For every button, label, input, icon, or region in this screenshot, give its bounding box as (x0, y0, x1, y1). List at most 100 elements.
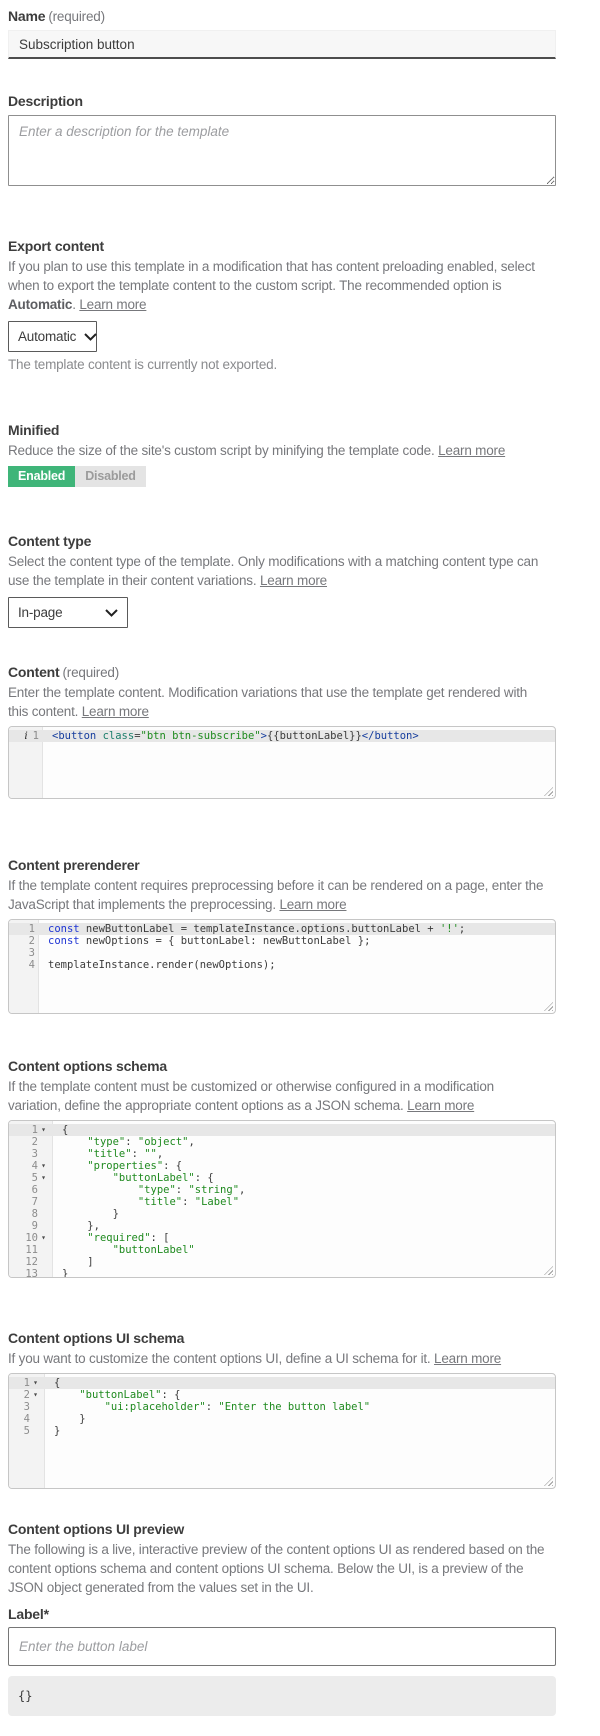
code-line: 2 const newOptions = { buttonLabel: newBu… (9, 935, 555, 947)
template-settings-form: Name(required) Description Export conten… (0, 0, 600, 1736)
code-text: <button class="btn btn-subscribe">{{butt… (43, 730, 419, 742)
button-label-input[interactable] (8, 1627, 556, 1666)
export-help-bold: Automatic (8, 297, 72, 312)
section-name: Name(required) (8, 8, 592, 59)
code-line: 3 (9, 947, 555, 959)
resize-handle[interactable] (544, 787, 553, 796)
line-number: 4▾ (9, 1160, 53, 1172)
line-number-text: 3 (29, 947, 35, 959)
name-label-text: Name (8, 8, 45, 24)
line-number-text: 11 (25, 1244, 38, 1256)
line-number: 11 (9, 1244, 53, 1256)
line-number-text: 9 (32, 1220, 38, 1232)
code-line: 12 ] (9, 1256, 555, 1268)
minified-disabled-button[interactable]: Disabled (75, 466, 146, 487)
section-export-content: Export content If you plan to use this t… (8, 238, 592, 372)
line-number: 4 (9, 959, 39, 971)
code-line: 4 } (9, 1413, 555, 1425)
section-minified: Minified Reduce the size of the site's c… (8, 422, 592, 487)
line-number: 12 (9, 1256, 53, 1268)
code-text: "title": "", (53, 1148, 163, 1160)
section-content-prerenderer: Content prerenderer If the template cont… (8, 857, 592, 1014)
content-options-schema-label: Content options schema (8, 1058, 592, 1074)
content-options-ui-schema-label: Content options UI schema (8, 1330, 592, 1346)
code-text: } (45, 1413, 86, 1425)
content-learn-more-link[interactable]: Learn more (82, 704, 149, 719)
preview-field-label: Label* (8, 1606, 592, 1622)
name-label: Name(required) (8, 8, 592, 24)
line-number: 5 (9, 1425, 45, 1437)
content-options-schema-learn-more-link[interactable]: Learn more (407, 1098, 474, 1113)
code-line: 2 "type": "object", (9, 1136, 555, 1148)
line-number-text: 4 (29, 959, 35, 971)
line-number-text: 7 (32, 1196, 38, 1208)
minified-toggle: Enabled Disabled (8, 466, 592, 487)
line-number-text: 2 (29, 935, 35, 947)
line-number: 10▾ (9, 1232, 53, 1244)
code-text: const newOptions = { buttonLabel: newBut… (39, 935, 370, 947)
code-text: "buttonLabel": { (45, 1389, 180, 1401)
code-text: } (53, 1208, 119, 1220)
line-number-text: 6 (32, 1184, 38, 1196)
line-number-text: 4 (24, 1413, 30, 1425)
fold-arrow-icon[interactable]: ▾ (30, 1377, 41, 1389)
code-text: "required": [ (53, 1232, 169, 1244)
fold-arrow-icon[interactable]: ▾ (30, 1389, 41, 1401)
fold-arrow-icon[interactable]: ▾ (38, 1172, 49, 1184)
line-number: 4 (9, 1413, 45, 1425)
code-text: templateInstance.render(newOptions); (39, 959, 276, 971)
description-textarea[interactable] (8, 115, 556, 186)
content-prerenderer-code-editor[interactable]: 1const newButtonLabel = templateInstance… (8, 919, 556, 1014)
code-line: 13} (9, 1268, 555, 1278)
line-number: 1▾ (9, 1124, 53, 1136)
line-number-text: 8 (32, 1208, 38, 1220)
content-options-ui-schema-code-editor[interactable]: 1▾{2▾ "buttonLabel": {3 "ui:placeholder"… (8, 1373, 556, 1489)
content-options-schema-code-editor[interactable]: 1▾{2 "type": "object",3 "title": "",4▾ "… (8, 1120, 556, 1278)
code-line: 5} (9, 1425, 555, 1437)
fold-arrow-icon[interactable]: ▾ (38, 1160, 49, 1172)
content-options-ui-schema-learn-more-link[interactable]: Learn more (434, 1351, 501, 1366)
content-code-editor[interactable]: i1<button class="btn btn-subscribe">{{bu… (8, 726, 556, 799)
line-number: 6 (9, 1184, 53, 1196)
code-text (39, 947, 48, 959)
code-line: 4 templateInstance.render(newOptions); (9, 959, 555, 971)
minified-enabled-button[interactable]: Enabled (8, 466, 75, 487)
content-type-label: Content type (8, 533, 592, 549)
code-line: 1▾{ (9, 1124, 555, 1136)
export-content-select[interactable]: Automatic (8, 321, 97, 352)
minified-learn-more-link[interactable]: Learn more (438, 443, 505, 458)
code-line: 3 "title": "", (9, 1148, 555, 1160)
section-content: Content(required) Enter the template con… (8, 664, 592, 799)
content-options-ui-preview-help: The following is a live, interactive pre… (8, 1540, 549, 1597)
content-type-learn-more-link[interactable]: Learn more (260, 573, 327, 588)
resize-handle[interactable] (544, 1002, 553, 1011)
code-line: 5▾ "buttonLabel": { (9, 1172, 555, 1184)
content-prerenderer-help-text: If the template content requires preproc… (8, 878, 543, 912)
code-line: 1▾{ (9, 1377, 555, 1389)
export-content-select-value: Automatic (18, 329, 76, 344)
content-type-select[interactable]: In-page (8, 597, 128, 628)
export-learn-more-link[interactable]: Learn more (79, 297, 146, 312)
line-number: 3 (9, 947, 39, 959)
line-number-text: 3 (24, 1401, 30, 1413)
code-text: "type": "string", (53, 1184, 245, 1196)
name-input[interactable] (8, 30, 556, 59)
fold-arrow-icon[interactable]: ▾ (38, 1124, 49, 1136)
code-line: 7 "title": "Label" (9, 1196, 555, 1208)
line-number: 2 (9, 1136, 53, 1148)
minified-help: Reduce the size of the site's custom scr… (8, 441, 549, 460)
section-description: Description (8, 93, 592, 186)
resize-handle[interactable] (544, 1477, 553, 1486)
line-number: 2▾ (9, 1389, 45, 1401)
line-number-text: 12 (25, 1256, 38, 1268)
code-line: 8 } (9, 1208, 555, 1220)
line-number: 3 (9, 1401, 45, 1413)
line-number: 8 (9, 1208, 53, 1220)
line-number: 13 (9, 1268, 53, 1278)
export-content-status: The template content is currently not ex… (8, 357, 592, 372)
content-prerenderer-learn-more-link[interactable]: Learn more (279, 897, 346, 912)
line-number: 1 (9, 923, 39, 935)
code-text: "title": "Label" (53, 1196, 239, 1208)
line-number-text: 1 (29, 923, 35, 935)
fold-arrow-icon[interactable]: ▾ (38, 1232, 49, 1244)
